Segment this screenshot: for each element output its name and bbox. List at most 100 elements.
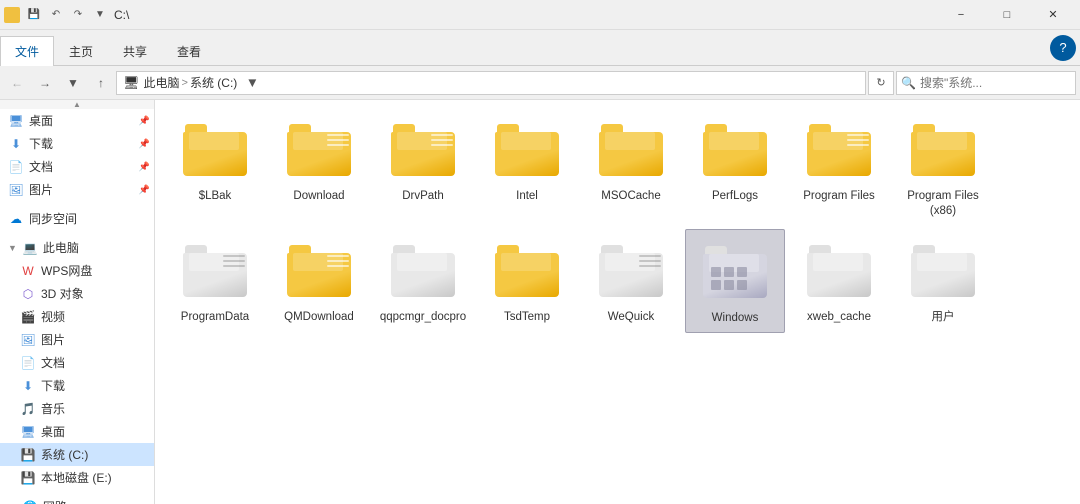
maximize-button[interactable]: □ [984, 0, 1030, 30]
folder-label: PerfLogs [712, 189, 758, 204]
sidebar-label-dl2: 下载 [41, 377, 65, 394]
folder-item[interactable]: Intel [477, 108, 577, 225]
folder-item[interactable]: Download [269, 108, 369, 225]
tab-file[interactable]: 文件 [0, 36, 54, 66]
folder-item[interactable]: $LBak [165, 108, 265, 225]
sidebar-item-downloads[interactable]: ⬇ 下载 📌 [0, 132, 154, 155]
sidebar-item-desktop[interactable]: 🖥 桌面 📌 [0, 109, 154, 132]
folder-label: Program Files (x86) [897, 189, 989, 219]
folder-item[interactable]: WeQuick [581, 229, 681, 333]
sidebar-item-pictures[interactable]: 🖼 图片 📌 [0, 178, 154, 201]
folder-item[interactable]: ProgramData [165, 229, 265, 333]
sidebar-item-doc2[interactable]: 📄 文档 [0, 351, 154, 374]
folder-item[interactable]: xweb_cache [789, 229, 889, 333]
sidebar-scroll-up[interactable]: ▲ [0, 100, 154, 109]
download-icon-2: ⬇ [20, 378, 36, 394]
qat-redo-button[interactable]: ↷ [68, 5, 88, 25]
folder-icon [699, 114, 771, 186]
folder-label: 用户 [932, 310, 955, 325]
sidebar-item-documents[interactable]: 📄 文档 📌 [0, 155, 154, 178]
bread-thispc[interactable]: 此电脑 [144, 74, 180, 91]
folder-icon [595, 235, 667, 307]
pin-icon-2: 📌 [139, 138, 150, 149]
sidebar-label-network: 网路 [43, 498, 67, 504]
dropdown-recent-button[interactable]: ▼ [60, 70, 86, 96]
window-controls: − □ ✕ [938, 0, 1076, 30]
folder-item[interactable]: Program Files [789, 108, 889, 225]
sidebar-item-wps[interactable]: W WPS网盘 [0, 259, 154, 282]
folder-item[interactable]: MSOCache [581, 108, 681, 225]
onedrive-icon: ☁ [8, 211, 24, 227]
folder-item[interactable]: Windows [685, 229, 785, 333]
pin-icon-4: 📌 [139, 184, 150, 195]
qat-dropdown-button[interactable]: ▼ [90, 5, 110, 25]
folder-item[interactable]: 用户 [893, 229, 993, 333]
folder-item[interactable]: TsdTemp [477, 229, 577, 333]
refresh-button[interactable]: ↻ [868, 71, 894, 95]
sidebar-label-video: 视频 [41, 308, 65, 325]
sidebar-item-thispc[interactable]: ▼ 💻 此电脑 [0, 236, 154, 259]
folder-label: qqpcmgr_docpro [380, 310, 466, 325]
folder-item[interactable]: DrvPath [373, 108, 473, 225]
folder-item[interactable]: Program Files (x86) [893, 108, 993, 225]
video-icon: 🎬 [20, 309, 36, 325]
sidebar-item-dl2[interactable]: ⬇ 下载 [0, 374, 154, 397]
help-button[interactable]: ? [1050, 35, 1076, 61]
sidebar-label-wps: WPS网盘 [41, 262, 92, 279]
folder-icon [179, 114, 251, 186]
sidebar-item-music[interactable]: 🎵 音乐 [0, 397, 154, 420]
search-input[interactable] [920, 76, 1075, 90]
folder-label: Program Files [803, 189, 875, 204]
folder-icon [699, 236, 771, 308]
folder-icon [179, 235, 251, 307]
folder-icon [907, 235, 979, 307]
sidebar-item-video[interactable]: 🎬 视频 [0, 305, 154, 328]
sidebar-item-pic2[interactable]: 🖼 图片 [0, 328, 154, 351]
addressbar-row: ← → ▼ ↑ 🖥 此电脑 > 系统 (C:) ▼ ↻ 🔍 [0, 66, 1080, 100]
address-dropdown-button[interactable]: ▼ [241, 72, 263, 94]
sidebar-label-downloads: 下载 [29, 135, 53, 152]
qat-undo-button[interactable]: ↶ [46, 5, 66, 25]
qat-save-button[interactable]: 💾 [24, 5, 44, 25]
up-button[interactable]: ↑ [88, 70, 114, 96]
sidebar-label-pic2: 图片 [41, 331, 65, 348]
address-box[interactable]: 🖥 此电脑 > 系统 (C:) ▼ [116, 71, 866, 95]
document-icon: 📄 [8, 159, 24, 175]
folder-icon [803, 114, 875, 186]
sidebar-item-drive-c[interactable]: 💾 系统 (C:) [0, 443, 154, 466]
folder-label: TsdTemp [504, 310, 550, 325]
back-button[interactable]: ← [4, 70, 30, 96]
folder-label: Download [293, 189, 344, 204]
bread-sep-1: > [182, 77, 188, 89]
folder-item[interactable]: qqpcmgr_docpro [373, 229, 473, 333]
folder-item[interactable]: QMDownload [269, 229, 369, 333]
quick-access-toolbar: 💾 ↶ ↷ ▼ [24, 5, 110, 25]
folder-icon [283, 114, 355, 186]
sidebar-label-3d: 3D 对象 [41, 285, 84, 302]
folder-icon [595, 114, 667, 186]
tab-share[interactable]: 共享 [108, 36, 162, 66]
network-icon: 🌐 [22, 499, 38, 504]
search-box: 🔍 [896, 71, 1076, 95]
music-icon: 🎵 [20, 401, 36, 417]
titlebar-left: 💾 ↶ ↷ ▼ C:\ [4, 5, 129, 25]
folder-label: QMDownload [284, 310, 354, 325]
close-button[interactable]: ✕ [1030, 0, 1076, 30]
forward-button[interactable]: → [32, 70, 58, 96]
minimize-button[interactable]: − [938, 0, 984, 30]
sidebar-item-onedrive[interactable]: ☁ 同步空间 [0, 207, 154, 230]
sidebar-label-desktop2: 桌面 [41, 423, 65, 440]
sidebar-item-3d[interactable]: ⬡ 3D 对象 [0, 282, 154, 305]
sidebar-label-documents: 文档 [29, 158, 53, 175]
drive-c-icon: 💾 [20, 447, 36, 463]
sidebar-item-network[interactable]: ► 🌐 网路 [0, 495, 154, 504]
bread-c-drive[interactable]: 系统 (C:) [190, 74, 237, 91]
sidebar-item-desktop2[interactable]: 🖥 桌面 [0, 420, 154, 443]
picture-icon: 🖼 [8, 182, 24, 198]
folder-icon [387, 235, 459, 307]
wps-icon: W [20, 263, 36, 279]
folder-item[interactable]: PerfLogs [685, 108, 785, 225]
tab-home[interactable]: 主页 [54, 36, 108, 66]
sidebar-item-drive-e[interactable]: 💾 本地磁盘 (E:) [0, 466, 154, 489]
tab-view[interactable]: 查看 [162, 36, 216, 66]
